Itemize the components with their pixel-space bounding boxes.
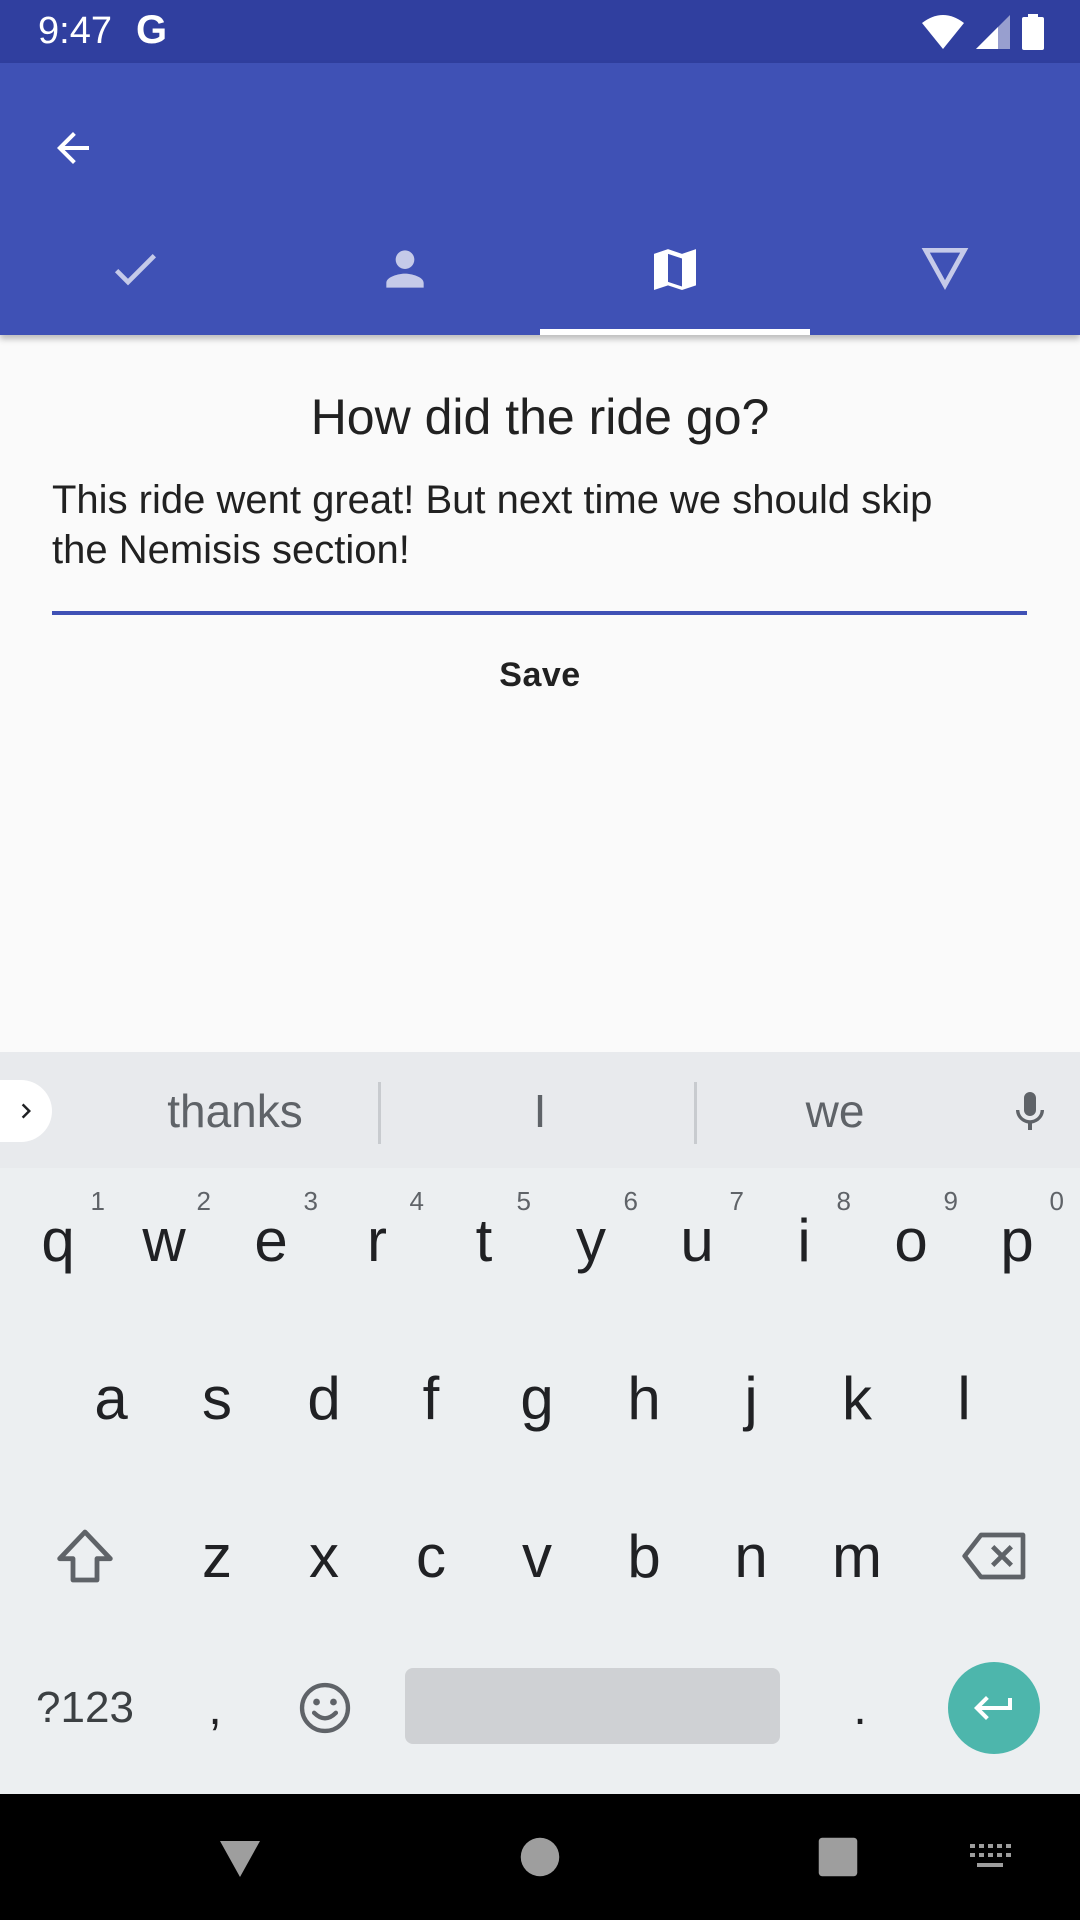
key-o[interactable]: o9 [858,1172,964,1308]
backspace-key[interactable] [935,1488,1055,1624]
check-icon [114,254,156,286]
key-b[interactable]: b [591,1488,697,1624]
arrow-back-icon [57,132,89,164]
nav-back-icon [220,1841,260,1877]
space-bar[interactable] [405,1668,780,1744]
key-f[interactable]: f [378,1330,484,1466]
key-t[interactable]: t5 [431,1172,537,1308]
person-icon [386,250,424,288]
suggestion-divider [378,1082,381,1144]
emoji-key[interactable] [280,1648,370,1768]
tab-filter[interactable] [810,203,1080,335]
microphone-icon [1016,1092,1044,1130]
key-m[interactable]: m [804,1488,910,1624]
tab-person[interactable] [270,203,540,335]
key-z[interactable]: z [164,1488,270,1624]
key-c[interactable]: c [378,1488,484,1624]
expand-suggestions-button[interactable] [0,1080,52,1142]
key-h[interactable]: h [591,1330,697,1466]
key-p[interactable]: p0 [964,1172,1070,1308]
triangle-down-icon [921,248,969,290]
status-bar: 9:47 G [0,0,1080,63]
suggestion-2[interactable]: I [390,1080,690,1142]
suggestion-3[interactable]: we [700,1080,970,1142]
tab-check[interactable] [0,203,270,335]
app-bar [0,63,1080,335]
key-i[interactable]: i8 [751,1172,857,1308]
comma-key[interactable]: , [170,1648,260,1768]
nav-home-button[interactable] [510,1827,570,1887]
back-button[interactable] [28,103,118,193]
save-button[interactable]: Save [440,640,640,710]
key-q[interactable]: q1 [5,1172,111,1308]
enter-icon [974,1696,1012,1720]
status-icons [922,14,1044,50]
key-y[interactable]: y6 [538,1172,644,1308]
key-u[interactable]: u7 [644,1172,750,1308]
map-icon [654,249,696,290]
soft-keyboard: thanks I we q1 w2 e3 r4 t5 y6 u7 i8 o9 p… [0,1052,1080,1794]
symbols-key[interactable]: ?123 [20,1648,150,1768]
nav-recents-icon [818,1837,858,1877]
tab-map[interactable] [540,203,810,335]
emoji-icon [299,1682,351,1734]
nav-recents-button[interactable] [808,1827,868,1887]
ride-notes-field[interactable]: This ride went great! But next time we s… [52,475,1027,615]
google-icon: G [136,8,168,52]
nav-back-button[interactable] [210,1827,270,1887]
key-s[interactable]: s [164,1330,270,1466]
chevron-right-icon [21,1103,31,1119]
key-k[interactable]: k [804,1330,910,1466]
key-r[interactable]: r4 [324,1172,430,1308]
key-j[interactable]: j [698,1330,804,1466]
suggestion-strip: thanks I we [0,1052,1080,1168]
key-x[interactable]: x [271,1488,377,1624]
suggestion-1[interactable]: thanks [80,1080,390,1142]
shift-key[interactable] [25,1488,145,1624]
wifi-icon [922,15,964,49]
key-l[interactable]: l [911,1330,1017,1466]
status-time: 9:47 [38,10,112,52]
key-w[interactable]: w2 [111,1172,217,1308]
tab-bar [0,203,1080,335]
suggestion-divider [694,1082,697,1144]
signal-icon [976,15,1010,49]
shift-icon [57,1529,113,1583]
battery-icon [1022,14,1044,50]
question-heading: How did the ride go? [310,389,770,445]
ride-notes-text[interactable]: This ride went great! But next time we s… [52,475,1027,575]
key-e[interactable]: e3 [218,1172,324,1308]
keyboard-icon [970,1844,1011,1867]
key-d[interactable]: d [271,1330,377,1466]
key-g[interactable]: g [484,1330,590,1466]
enter-key[interactable] [948,1662,1040,1754]
key-a[interactable]: a [58,1330,164,1466]
key-n[interactable]: n [698,1488,804,1624]
key-v[interactable]: v [484,1488,590,1624]
voice-input-button[interactable] [1000,1082,1060,1142]
system-nav-bar [0,1794,1080,1920]
period-key[interactable]: . [815,1648,905,1768]
nav-home-icon [520,1837,560,1877]
keyboard-switch-button[interactable] [960,1827,1020,1887]
backspace-icon [962,1532,1026,1580]
